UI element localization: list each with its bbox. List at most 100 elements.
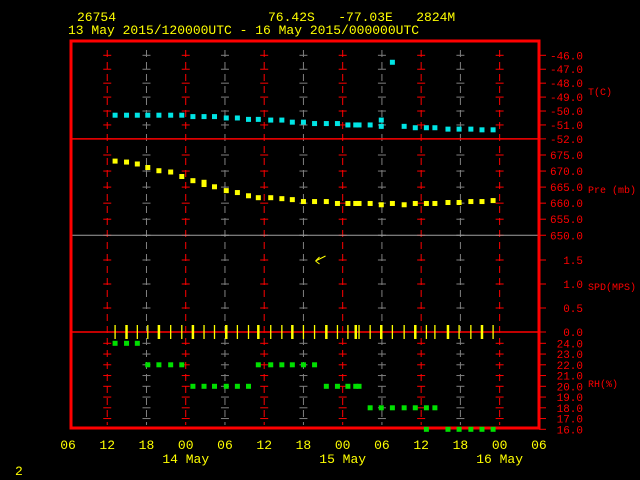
y-tick-label: 650.0: [550, 231, 583, 243]
temperature-point: [445, 126, 451, 132]
y-tick-label: -51.0: [550, 121, 583, 133]
temperature-point: [456, 126, 462, 132]
temperature-point: [356, 122, 362, 128]
temperature-point: [490, 127, 496, 133]
x-tick-label: 12: [99, 438, 115, 453]
pressure-point: [423, 200, 429, 206]
y-tick-label: -52.0: [550, 135, 583, 147]
rh-point: [289, 362, 295, 368]
rh-point: [432, 405, 438, 411]
pressure-point: [300, 199, 306, 205]
temperature-point: [179, 112, 185, 118]
pressure-point: [201, 182, 207, 188]
pressure-point: [468, 199, 474, 205]
pressure-point: [211, 184, 217, 190]
rh-point: [145, 362, 151, 368]
temperature-point: [378, 123, 384, 129]
temperature-point: [300, 119, 306, 125]
rh-point: [401, 405, 407, 411]
temperature-point: [255, 116, 261, 122]
wind-direction-arrow-icon: [315, 255, 326, 265]
rh-point: [279, 362, 285, 368]
temperature-point: [423, 125, 429, 131]
y-axis-label: RH(%): [588, 379, 618, 391]
pressure-point: [190, 178, 196, 184]
y-tick-label: -48.0: [550, 79, 583, 91]
rh-point: [456, 426, 462, 432]
temperature-point: [345, 122, 351, 128]
temperature-point: [378, 117, 384, 123]
pressure-point: [378, 202, 384, 208]
rh-point: [312, 362, 318, 368]
rh-point: [334, 383, 340, 389]
rh-point: [378, 405, 384, 411]
rh-point: [268, 362, 274, 368]
y-tick-label: -50.0: [550, 107, 583, 119]
temperature-point: [468, 126, 474, 132]
rh-point: [389, 405, 395, 411]
pressure-point: [112, 158, 118, 164]
temperature-point: [168, 112, 174, 118]
pressure-point: [145, 165, 151, 171]
rh-point: [412, 405, 418, 411]
pressure-point: [223, 188, 229, 194]
pressure-point: [367, 200, 373, 206]
temperature-point: [234, 115, 240, 121]
y-tick-label: -49.0: [550, 93, 583, 105]
y-tick-label: -47.0: [550, 65, 583, 77]
x-tick-label: 06: [60, 438, 76, 453]
temperature-point: [134, 112, 140, 118]
rh-point: [300, 362, 306, 368]
pressure-point: [279, 196, 285, 202]
rh-point: [367, 405, 373, 411]
date-label: 15 May: [319, 452, 366, 467]
temperature-point: [201, 114, 207, 120]
pressure-point: [156, 168, 162, 174]
pressure-point: [445, 200, 451, 206]
rh-point: [423, 426, 429, 432]
temperature-point: [145, 112, 151, 118]
x-tick-label: 12: [256, 438, 272, 453]
rh-point: [201, 383, 207, 389]
pressure-point: [412, 200, 418, 206]
pressure-point: [345, 200, 351, 206]
y-tick-label: 665.0: [550, 183, 583, 195]
pressure-point: [432, 200, 438, 206]
date-label: 14 May: [162, 452, 209, 467]
y-tick-label: 1.0: [563, 280, 583, 292]
temperature-point: [112, 112, 118, 118]
rh-point: [234, 383, 240, 389]
pressure-point: [490, 198, 496, 204]
x-tick-label: 18: [139, 438, 155, 453]
x-tick-label: 00: [178, 438, 194, 453]
temperature-point: [124, 112, 130, 118]
meteogram-chart: -46.0 -47.0 -48.0 -49.0 -50.0 -51.0 -52.0 T(C) 6…: [60, 39, 636, 467]
rh-point: [255, 362, 261, 368]
rh-point: [356, 383, 362, 389]
y-tick-label: -46.0: [550, 51, 583, 63]
rh-point: [423, 405, 429, 411]
rh-point: [168, 362, 174, 368]
rh-point: [190, 383, 196, 389]
temperature-point: [367, 122, 373, 128]
pressure-point: [179, 174, 185, 180]
y-tick-label: 670.0: [550, 167, 583, 179]
x-tick-label: 06: [374, 438, 390, 453]
pressure-point: [124, 159, 130, 165]
rh-point: [345, 383, 351, 389]
plot-frame: [69, 39, 541, 430]
rh-point: [490, 426, 496, 432]
pressure-point: [289, 197, 295, 203]
pressure-point: [356, 200, 362, 206]
pressure-point: [479, 199, 485, 205]
temperature-point: [279, 117, 285, 123]
x-tick-label: 06: [217, 438, 233, 453]
temperature-point: [432, 125, 438, 131]
temperature-point: [190, 114, 196, 120]
y-tick-label: 660.0: [550, 199, 583, 211]
y-tick-label: 655.0: [550, 215, 583, 227]
temperature-point: [323, 121, 329, 127]
rh-point: [323, 383, 329, 389]
pressure-point: [323, 199, 329, 205]
x-tick-label: 00: [492, 438, 508, 453]
